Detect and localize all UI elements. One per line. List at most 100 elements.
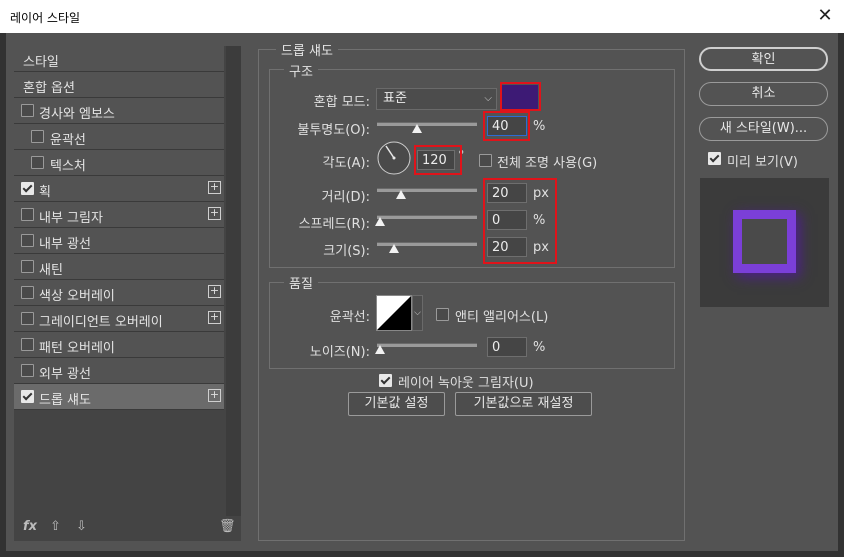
plus-icon[interactable]: + — [208, 207, 221, 220]
sidebar-item[interactable]: 획 + — [14, 176, 224, 202]
noise-slider-thumb[interactable] — [375, 345, 385, 354]
opacity-slider[interactable] — [377, 122, 477, 126]
sidebar-item[interactable]: 텍스처 — [14, 150, 224, 176]
angle-label: 각도(A): — [322, 156, 370, 171]
sidebar-item-label: 색상 오버레이 — [39, 289, 115, 304]
global-light-checkbox[interactable] — [479, 154, 492, 167]
sidebar-item-label: 획 — [39, 185, 51, 200]
style-preview — [700, 178, 829, 307]
distance-slider-thumb[interactable] — [396, 190, 406, 199]
blend-mode-select[interactable]: 표준 ⌵ — [376, 88, 497, 110]
sidebar-item-label: 그레이디언트 오버레이 — [39, 315, 163, 330]
sidebar-item-label: 새틴 — [39, 263, 63, 278]
sidebar-item-label: 경사와 엠보스 — [39, 107, 115, 122]
new-style-button[interactable]: 새 스타일(W)... — [699, 117, 828, 141]
global-light-label: 전체 조명 사용(G) — [497, 156, 598, 171]
preview-label: 미리 보기(V) — [727, 155, 799, 170]
contour-label: 윤곽선: — [329, 310, 370, 325]
sidebar-item-checkbox[interactable] — [21, 312, 34, 325]
sidebar-item-checkbox[interactable] — [21, 286, 34, 299]
sidebar-item-checkbox[interactable] — [21, 338, 34, 351]
trash-icon[interactable]: 🗑 — [219, 519, 236, 534]
sidebar-item-label: 윤곽선 — [50, 133, 86, 148]
arrow-up-icon[interactable]: ⇧ — [50, 519, 61, 534]
sidebar-item-checkbox[interactable] — [21, 260, 34, 273]
sidebar-item[interactable]: 색상 오버레이 + — [14, 280, 224, 306]
sidebar-item-checkbox[interactable] — [21, 208, 34, 221]
close-icon[interactable]: ✕ — [814, 5, 836, 27]
sidebar-item-checkbox[interactable] — [31, 130, 44, 143]
sidebar-item-checkbox[interactable] — [21, 104, 34, 117]
highlight-angle — [414, 145, 462, 175]
distance-label: 거리(D): — [321, 190, 370, 205]
sidebar-item[interactable]: 경사와 엠보스 — [14, 98, 224, 124]
sidebar-item[interactable]: 패턴 오버레이 — [14, 332, 224, 358]
sidebar-item-label: 드롭 섀도 — [39, 393, 91, 408]
opacity-unit: % — [533, 119, 546, 134]
sidebar-item-checkbox[interactable] — [21, 182, 34, 195]
sidebar-item-label: 혼합 옵션 — [23, 81, 75, 96]
angle-dial[interactable] — [376, 140, 412, 176]
fx-button[interactable]: fx — [23, 519, 37, 534]
sidebar-item-label: 외부 광선 — [39, 367, 91, 382]
cancel-button[interactable]: 취소 — [699, 82, 828, 106]
chevron-down-icon[interactable]: ⌵ — [412, 295, 423, 331]
sidebar-item-checkbox[interactable] — [21, 234, 34, 247]
noise-slider[interactable] — [377, 343, 477, 347]
window-title: 레이어 스타일 — [10, 11, 81, 25]
make-default-button[interactable]: 기본값 설정 — [348, 392, 445, 416]
spread-slider-thumb[interactable] — [375, 217, 385, 226]
sidebar-item-label: 내부 광선 — [39, 237, 91, 252]
contour-icon — [376, 295, 412, 331]
sidebar-item-label: 패턴 오버레이 — [39, 341, 115, 356]
opacity-slider-thumb[interactable] — [412, 124, 422, 133]
ok-button[interactable]: 확인 — [699, 47, 828, 71]
reset-default-button[interactable]: 기본값으로 재설정 — [455, 392, 592, 416]
title-bar: 레이어 스타일 ✕ — [0, 0, 844, 33]
spread-label: 스프레드(R): — [298, 217, 370, 232]
sidebar-item[interactable]: 내부 광선 — [14, 228, 224, 254]
sidebar-item-label: 내부 그림자 — [39, 211, 103, 226]
drop-shadow-title: 드롭 섀도 — [276, 40, 338, 59]
size-label: 크기(S): — [323, 244, 370, 259]
highlight-distance-spread-size — [483, 178, 557, 264]
anti-alias-checkbox[interactable] — [436, 308, 449, 321]
style-list-footer: fx ⇧ ⇩ 🗑 — [14, 516, 241, 540]
anti-alias-label: 앤티 앨리어스(L) — [455, 310, 549, 325]
preview-checkbox[interactable] — [708, 152, 721, 165]
quality-title: 품질 — [284, 273, 318, 292]
plus-icon[interactable]: + — [208, 311, 221, 324]
sidebar-item[interactable]: 그레이디언트 오버레이 + — [14, 306, 224, 332]
plus-icon[interactable]: + — [208, 181, 221, 194]
sidebar-item[interactable]: 내부 그림자 + — [14, 202, 224, 228]
sidebar-item[interactable]: 혼합 옵션 — [14, 72, 224, 98]
chevron-down-icon: ⌵ — [484, 93, 492, 104]
sidebar-item[interactable]: 스타일 — [14, 46, 224, 72]
sidebar-item[interactable]: 드롭 섀도 + — [14, 384, 224, 410]
sidebar-item-checkbox[interactable] — [31, 156, 44, 169]
contour-picker[interactable]: ⌵ — [376, 295, 424, 331]
distance-slider[interactable] — [377, 188, 477, 192]
sidebar-item-label: 스타일 — [23, 55, 59, 70]
sidebar-item[interactable]: 새틴 — [14, 254, 224, 280]
sidebar-item-label: 텍스처 — [50, 159, 86, 174]
size-slider-thumb[interactable] — [389, 244, 399, 253]
plus-icon[interactable]: + — [208, 285, 221, 298]
knockout-label: 레이어 녹아웃 그림자(U) — [398, 376, 534, 391]
arrow-down-icon[interactable]: ⇩ — [76, 519, 87, 534]
noise-unit: % — [533, 340, 546, 355]
opacity-label: 불투명도(O): — [297, 123, 370, 138]
style-list-scrollbar[interactable] — [226, 46, 241, 516]
structure-title: 구조 — [284, 61, 318, 80]
spread-slider[interactable] — [377, 215, 477, 219]
knockout-checkbox[interactable] — [379, 374, 392, 387]
blend-mode-value: 표준 — [383, 91, 407, 106]
noise-label: 노이즈(N): — [309, 345, 370, 360]
sidebar-item-checkbox[interactable] — [21, 390, 34, 403]
highlight-opacity — [483, 111, 530, 141]
plus-icon[interactable]: + — [208, 389, 221, 402]
sidebar-item[interactable]: 윤곽선 — [14, 124, 224, 150]
sidebar-item-checkbox[interactable] — [21, 364, 34, 377]
sidebar-item[interactable]: 외부 광선 — [14, 358, 224, 384]
noise-input[interactable]: 0 — [487, 337, 527, 357]
